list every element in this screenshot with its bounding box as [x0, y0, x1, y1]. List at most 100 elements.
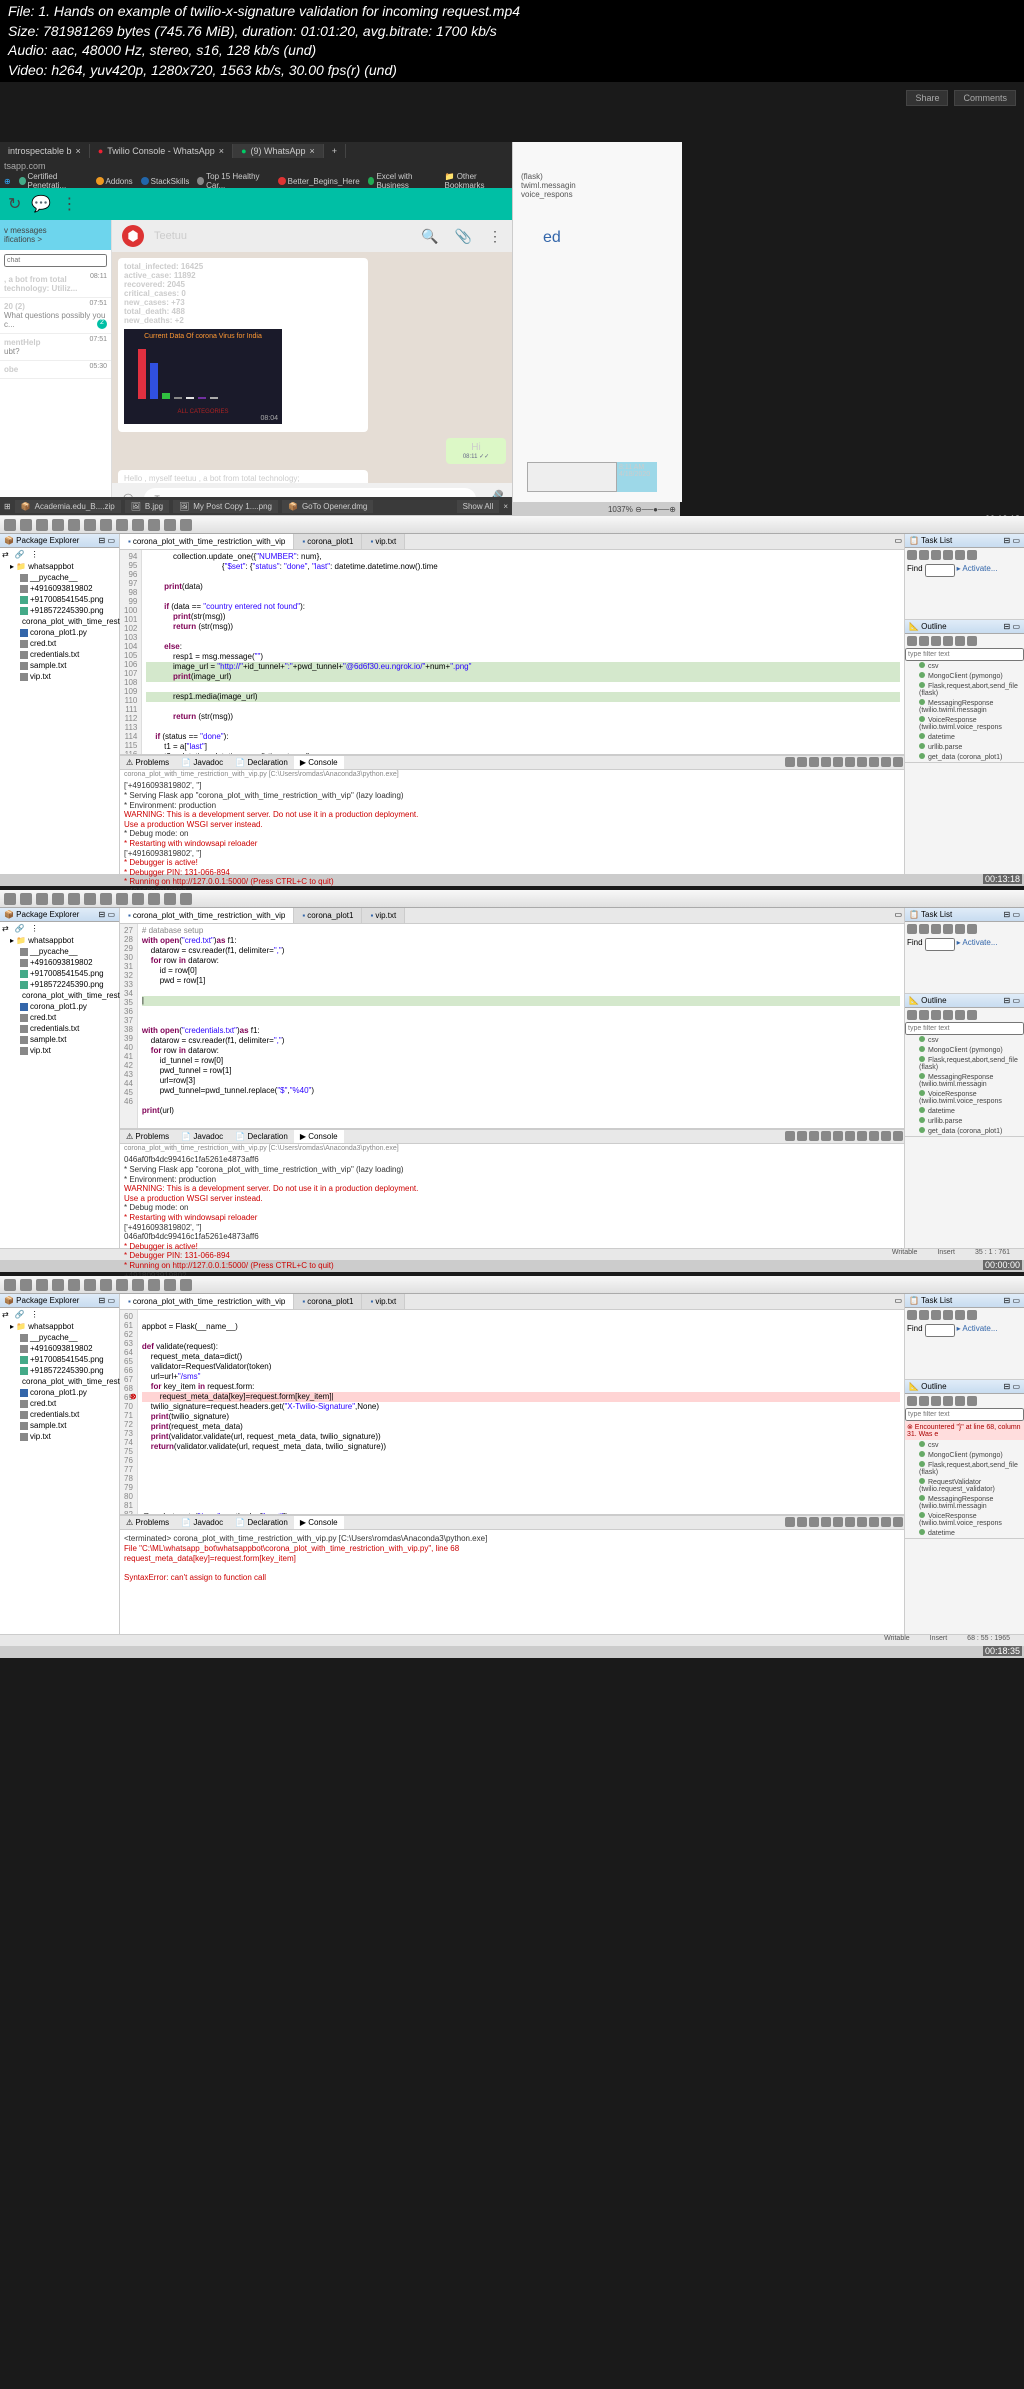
tasklist-icon[interactable] — [967, 1310, 977, 1320]
editor-tab[interactable]: ▪corona_plot1 — [294, 534, 362, 549]
new-tab-button[interactable]: + — [324, 144, 346, 158]
console-tab-javadoc[interactable]: 📄 Javadoc — [175, 756, 229, 769]
voice-icon[interactable]: 🎤 — [484, 489, 504, 497]
bookmark-item[interactable]: Certified Penetrati... — [19, 172, 88, 190]
taskbar-item[interactable]: 📦 Academia.edu_B....zip — [15, 500, 121, 513]
console-tab-javadoc[interactable]: 📄 Javadoc — [175, 1130, 229, 1143]
toolbar-icon[interactable] — [116, 893, 128, 905]
toolbar-icon[interactable] — [148, 519, 160, 531]
console-tab-javadoc[interactable]: 📄 Javadoc — [175, 1516, 229, 1529]
find-input[interactable] — [925, 938, 955, 951]
tree-project[interactable]: ▸ 📁 whatsappbot — [0, 935, 119, 946]
tasklist-icon[interactable] — [907, 1310, 917, 1320]
outline-item[interactable]: csv — [905, 1035, 1024, 1045]
console-tab-problems[interactable]: ⚠ Problems — [120, 756, 175, 769]
toolbar-icon[interactable] — [52, 893, 64, 905]
outline-icon[interactable] — [967, 636, 977, 646]
console-toolbar-icon[interactable] — [845, 1131, 855, 1141]
tree-file[interactable]: __pycache__ — [0, 572, 119, 583]
console-toolbar-icon[interactable] — [821, 1131, 831, 1141]
tree-file[interactable]: cred.txt — [0, 1012, 119, 1023]
show-all-button[interactable]: Show All — [457, 500, 500, 513]
toolbar-icon[interactable] — [4, 893, 16, 905]
console-output[interactable]: 046af0fb4dc99416c1fa5261e4873aff6 * Serv… — [120, 1153, 904, 1291]
toolbar-icon[interactable] — [84, 1279, 96, 1291]
tasklist-icon[interactable] — [955, 924, 965, 934]
outline-item[interactable]: MessagingResponse (twilio.twiml.messagin — [905, 1072, 1024, 1089]
tree-file[interactable]: corona_plot1.py — [0, 627, 119, 638]
console-tab-declaration[interactable]: 📄 Declaration — [229, 756, 294, 769]
outline-item[interactable]: Flask,request,abort,send_file (flask) — [905, 1055, 1024, 1072]
tree-file[interactable]: corona_plot_with_time_restriction_wi — [0, 990, 119, 1001]
tasklist-icon[interactable] — [943, 924, 953, 934]
maximize-icon[interactable]: ▭ — [892, 908, 904, 923]
outline-item[interactable]: Flask,request,abort,send_file (flask) — [905, 1460, 1024, 1477]
console-toolbar-icon[interactable] — [833, 1517, 843, 1527]
chat-list-item[interactable]: , a bot from total technology: Utiliz...… — [0, 271, 111, 298]
toolbar-icon[interactable] — [116, 1279, 128, 1291]
taskbar-item[interactable]: 🖼 B.jpg — [125, 500, 169, 513]
toolbar-icon[interactable] — [132, 893, 144, 905]
editor-tab[interactable]: ▪vip.txt — [362, 908, 405, 923]
toolbar-icon[interactable] — [4, 519, 16, 531]
console-toolbar-icon[interactable] — [881, 1131, 891, 1141]
menu-icon[interactable]: ⋮ — [488, 228, 502, 245]
tasklist-icon[interactable] — [931, 550, 941, 560]
console-toolbar-icon[interactable] — [869, 757, 879, 767]
console-toolbar-icon[interactable] — [893, 757, 903, 767]
outline-item[interactable]: Flask,request,abort,send_file (flask) — [905, 681, 1024, 698]
console-toolbar-icon[interactable] — [809, 1131, 819, 1141]
outline-item[interactable]: urllib.parse — [905, 1116, 1024, 1126]
toolbar-icon[interactable] — [68, 519, 80, 531]
outline-item[interactable]: MongoClient (pymongo) — [905, 671, 1024, 681]
tasklist-icon[interactable] — [919, 924, 929, 934]
console-tab-console[interactable]: ▶ Console — [294, 1516, 344, 1529]
outline-item[interactable]: urllib.parse — [905, 742, 1024, 752]
browser-tab[interactable]: introspectable b× — [0, 144, 90, 158]
console-toolbar-icon[interactable] — [809, 757, 819, 767]
console-toolbar-icon[interactable] — [845, 1517, 855, 1527]
tree-file[interactable]: vip.txt — [0, 1431, 119, 1442]
console-tab-problems[interactable]: ⚠ Problems — [120, 1516, 175, 1529]
tasklist-icon[interactable] — [967, 924, 977, 934]
share-button[interactable]: Share — [906, 90, 948, 106]
console-toolbar-icon[interactable] — [857, 1517, 867, 1527]
outline-icon[interactable] — [943, 636, 953, 646]
toolbar-icon[interactable] — [180, 893, 192, 905]
tree-project[interactable]: ▸ 📁 whatsappbot — [0, 561, 119, 572]
collapse-icon[interactable]: ⇄ — [2, 1310, 9, 1319]
outline-item[interactable]: datetime — [905, 1528, 1024, 1538]
console-tab-declaration[interactable]: 📄 Declaration — [229, 1516, 294, 1529]
console-toolbar-icon[interactable] — [893, 1517, 903, 1527]
bookmark-item[interactable]: StackSkills — [141, 177, 190, 186]
outline-icon[interactable] — [931, 1010, 941, 1020]
tasklist-icon[interactable] — [955, 1310, 965, 1320]
chat-list-item[interactable]: obe05:30 — [0, 361, 111, 379]
toolbar-icon[interactable] — [20, 1279, 32, 1291]
start-icon[interactable]: ⊞ — [4, 502, 11, 511]
toolbar-icon[interactable] — [36, 1279, 48, 1291]
tree-file[interactable]: +917008541545.png — [0, 968, 119, 979]
tree-file[interactable]: sample.txt — [0, 1420, 119, 1431]
outline-item[interactable]: MessagingResponse (twilio.twiml.messagin — [905, 1494, 1024, 1511]
toolbar-icon[interactable] — [148, 893, 160, 905]
console-toolbar-icon[interactable] — [833, 757, 843, 767]
outline-item[interactable]: datetime — [905, 1106, 1024, 1116]
tree-project[interactable]: ▸ 📁 whatsappbot — [0, 1321, 119, 1332]
outline-filter[interactable] — [905, 1022, 1024, 1035]
toolbar-icon[interactable] — [20, 519, 32, 531]
console-tab-console[interactable]: ▶ Console — [294, 756, 344, 769]
collapse-icon[interactable]: ⇄ — [2, 550, 9, 559]
outline-icon[interactable] — [955, 1010, 965, 1020]
find-input[interactable] — [925, 564, 955, 577]
tasklist-icon[interactable] — [907, 924, 917, 934]
search-icon[interactable]: 🔍 — [421, 228, 438, 245]
toolbar-icon[interactable] — [84, 893, 96, 905]
tree-file[interactable]: sample.txt — [0, 1034, 119, 1045]
toolbar-icon[interactable] — [148, 1279, 160, 1291]
collapse-icon[interactable]: ⇄ — [2, 924, 9, 933]
close-icon[interactable]: × — [310, 146, 315, 156]
outline-icon[interactable] — [943, 1396, 953, 1406]
tree-file[interactable]: vip.txt — [0, 1045, 119, 1056]
tree-file[interactable]: corona_plot1.py — [0, 1387, 119, 1398]
